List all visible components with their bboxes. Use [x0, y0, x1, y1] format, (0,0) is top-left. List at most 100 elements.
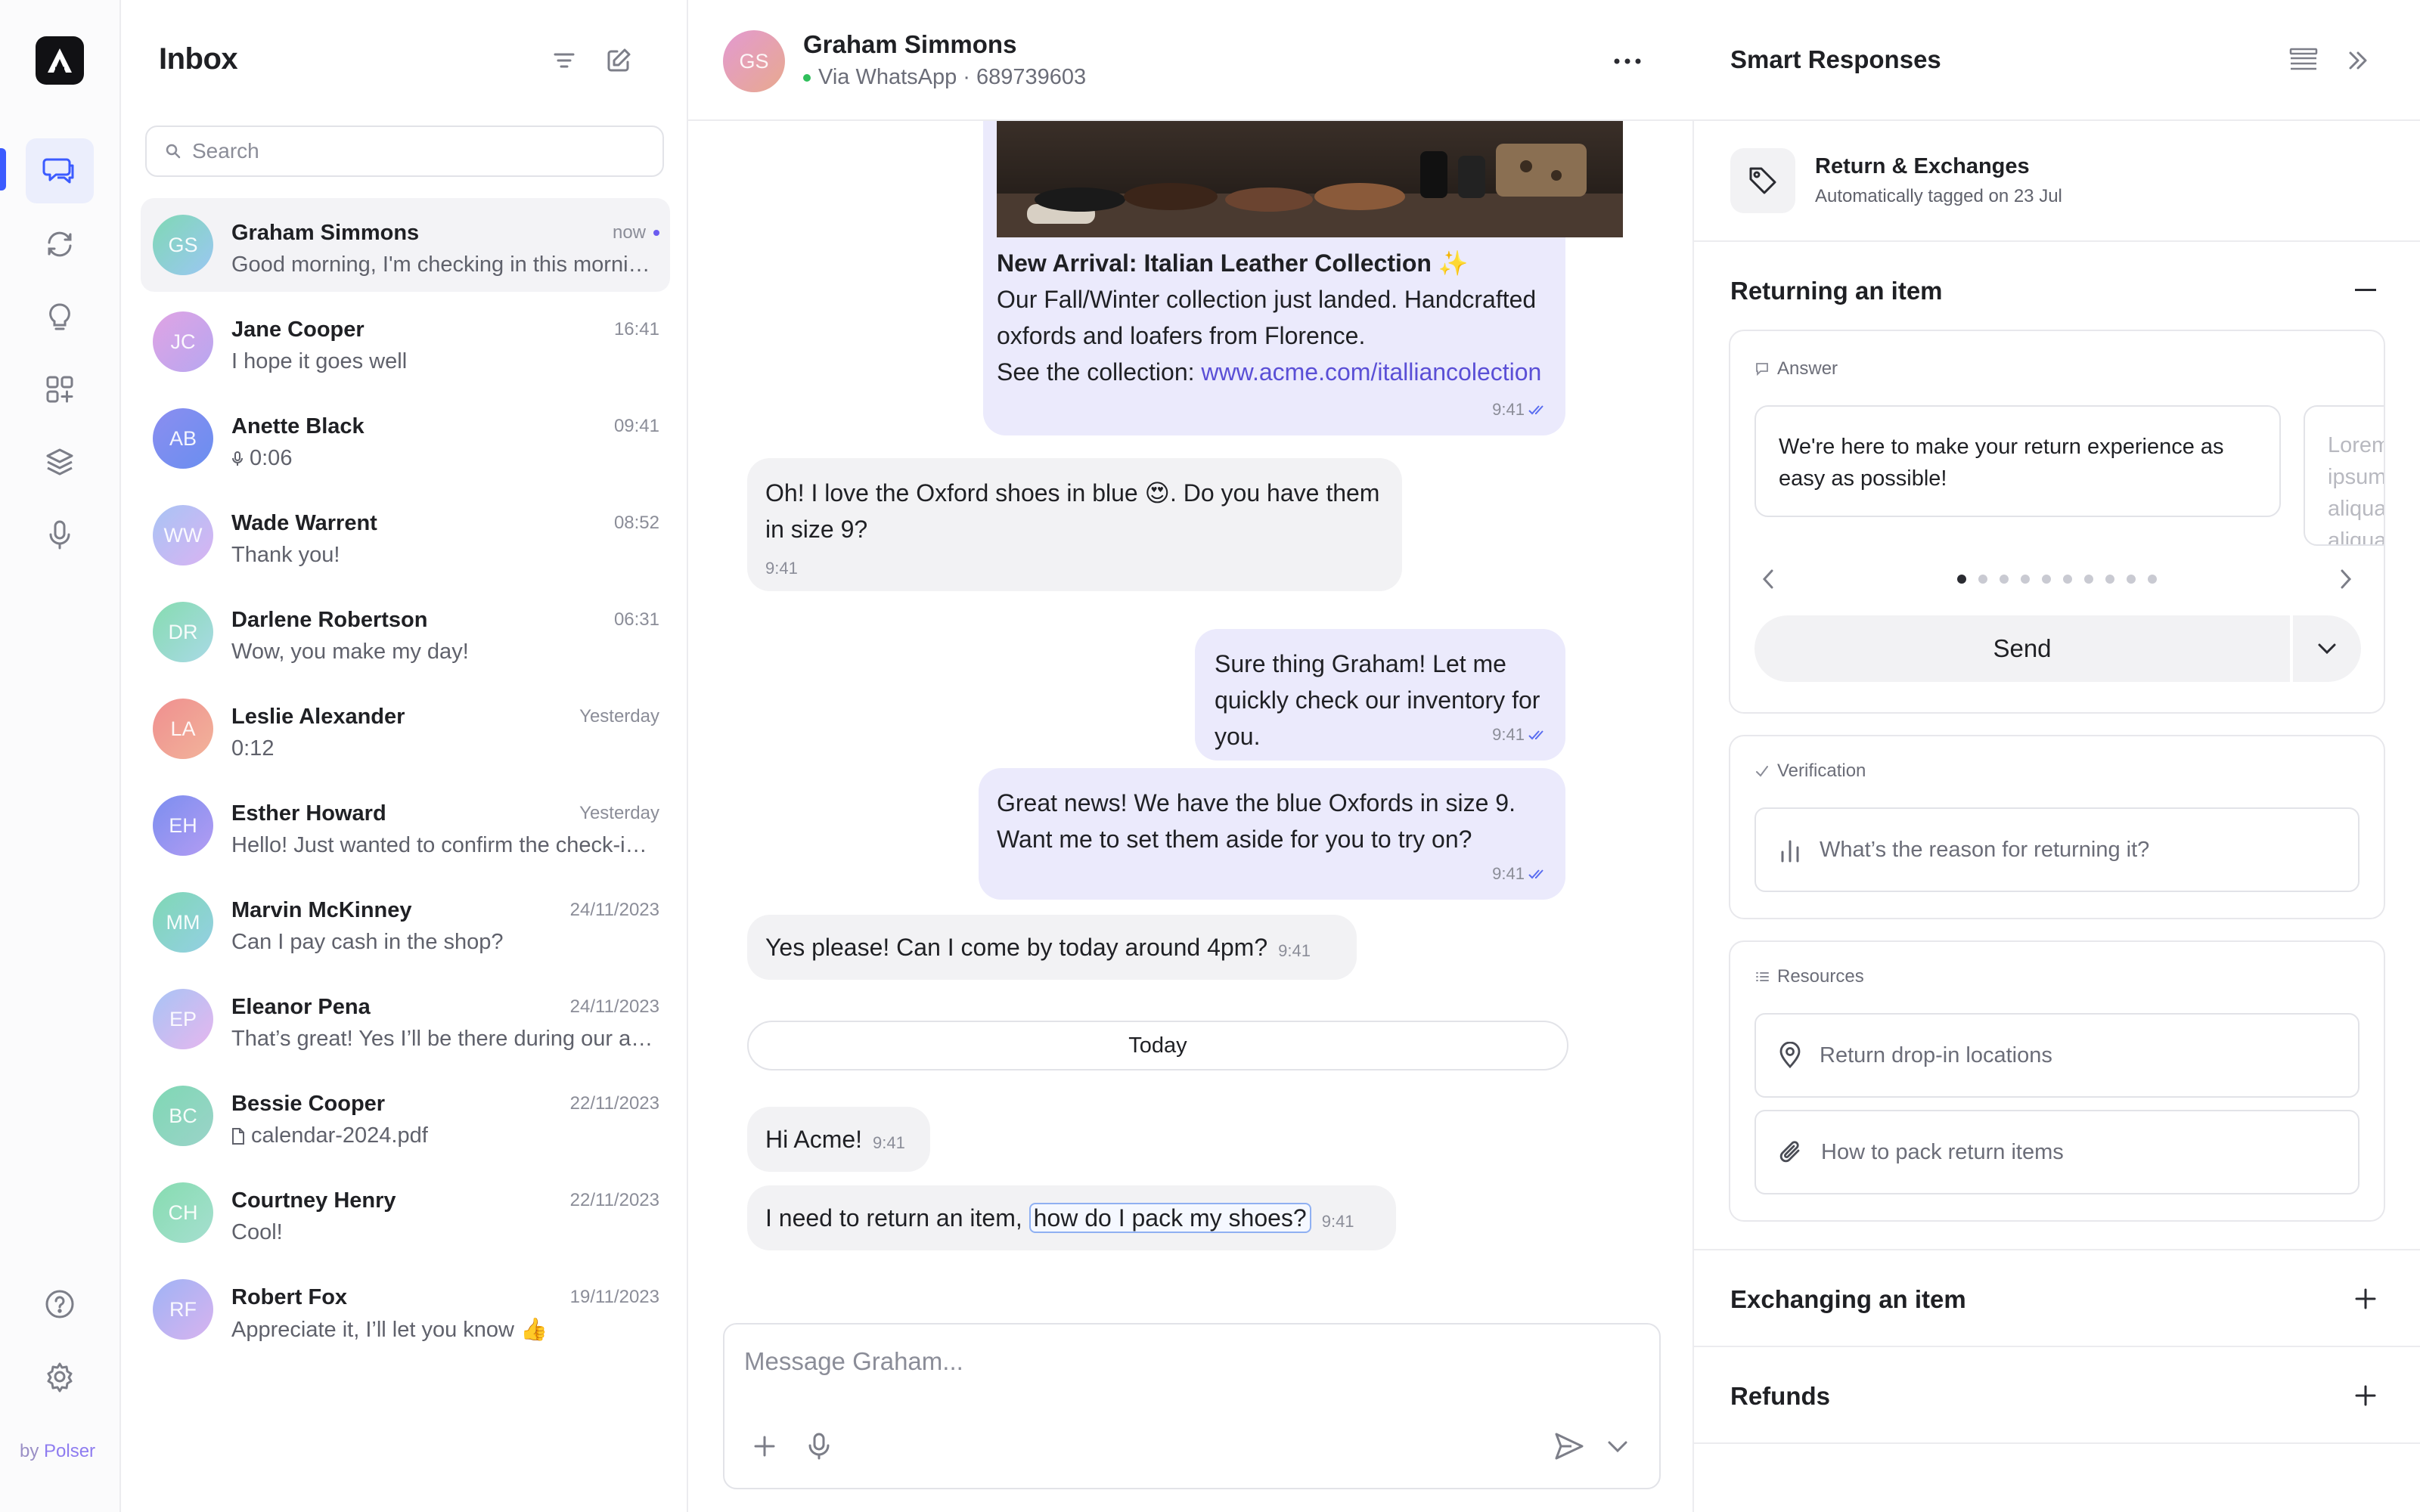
suggested-answer[interactable]: We're here to make your return experienc…: [1754, 405, 2281, 517]
lightbulb-icon: [49, 303, 70, 330]
carousel-dot[interactable]: [1957, 575, 1966, 584]
carousel-dot[interactable]: [2127, 575, 2136, 584]
divider: [1694, 119, 2420, 121]
conversation-preview-text: Wow, you make my day!: [231, 640, 469, 664]
conversation-preview-text: Appreciate it, I’ll let you know 👍: [231, 1318, 548, 1342]
powered-by-brand[interactable]: Polser: [44, 1441, 95, 1461]
plus-icon: [2355, 1385, 2376, 1406]
verification-question[interactable]: What’s the reason for returning it?: [1754, 807, 2360, 892]
nav-inbox[interactable]: [26, 138, 94, 203]
carousel-dot[interactable]: [2021, 575, 2030, 584]
send-message-button[interactable]: [1550, 1427, 1588, 1465]
carousel-dot[interactable]: [2000, 575, 2009, 584]
list-view-button[interactable]: [2282, 39, 2325, 82]
check-icon: [1756, 766, 1768, 777]
carousel-dot[interactable]: [1978, 575, 1987, 584]
carousel-dot[interactable]: [2105, 575, 2114, 584]
conversation-preview: Thank you!: [231, 543, 655, 568]
conversation-item[interactable]: GS Graham Simmons now Good morning, I'm che…: [141, 198, 670, 292]
conversation-name: Leslie Alexander: [231, 705, 405, 729]
nav-voice[interactable]: [26, 502, 94, 567]
carousel-dot[interactable]: [2148, 575, 2157, 584]
send-answer-options-button[interactable]: [2293, 615, 2361, 682]
resource-packing-guide[interactable]: How to pack return items: [1754, 1110, 2360, 1194]
nav-sync[interactable]: [26, 212, 94, 277]
resources-label: Resources: [1754, 966, 1864, 987]
resources-card: Resources Return drop-in locations How t…: [1729, 940, 2385, 1222]
expand-exchanging-button[interactable]: [2350, 1284, 2381, 1314]
location-pin-icon: [1779, 1042, 1801, 1069]
next-answer-preview[interactable]: Lorem ipsum aliqua aliqua: [2304, 405, 2384, 546]
conversation-preview: Hello! Just wanted to confirm the check-…: [231, 833, 655, 858]
attach-button[interactable]: [746, 1427, 783, 1465]
conversation-item[interactable]: AB Anette Black 09:41 0:06: [141, 392, 670, 485]
nav-apps[interactable]: [26, 357, 94, 422]
carousel-dot[interactable]: [2063, 575, 2072, 584]
carousel-dot[interactable]: [2084, 575, 2093, 584]
read-check-icon: [1528, 730, 1544, 740]
nav-layers[interactable]: [26, 429, 94, 494]
message-bubble-incoming[interactable]: Hi Acme! 9:41: [747, 1107, 930, 1172]
section-title-exchanging[interactable]: Exchanging an item: [1730, 1285, 1966, 1314]
conversation-preview: Appreciate it, I’ll let you know 👍: [231, 1317, 655, 1343]
chevron-right-icon: [2341, 569, 2352, 589]
section-title-returning[interactable]: Returning an item: [1730, 277, 1943, 305]
conversation-item[interactable]: BC Bessie Cooper 22/11/2023 calendar-2024.p…: [141, 1069, 670, 1163]
conversation-item[interactable]: JC Jane Cooper 16:41 I hope it goes well: [141, 295, 670, 389]
more-options-button[interactable]: [1605, 42, 1650, 80]
message-bubble-incoming[interactable]: Oh! I love the Oxford shoes in blue 😍. D…: [747, 458, 1402, 591]
collapse-section-button[interactable]: [2350, 275, 2381, 305]
tag-subtitle: Automatically tagged on 23 Jul: [1815, 186, 2062, 206]
file-icon: [232, 1127, 244, 1145]
conversation-item[interactable]: WW Wade Warrent 08:52 Thank you!: [141, 488, 670, 582]
promo-message[interactable]: New Arrival: Italian Leather Collection …: [983, 83, 1623, 435]
conversation-item[interactable]: EH Esther Howard Yesterday Hello! Just want…: [141, 779, 670, 872]
voice-note-icon: [232, 451, 243, 466]
conversation-item[interactable]: CH Courtney Henry 22/11/2023 Cool!: [141, 1166, 670, 1259]
highlighted-question[interactable]: how do I pack my shoes?: [1028, 1203, 1311, 1233]
promo-link[interactable]: www.acme.com/italliancolection: [1201, 358, 1541, 386]
conversation-item[interactable]: MM Marvin McKinney 24/11/2023 Can I pay cas…: [141, 875, 670, 969]
conversation-item[interactable]: RF Robert Fox 19/11/2023 Appreciate it, I’l…: [141, 1263, 670, 1356]
message-composer[interactable]: Message Graham...: [723, 1323, 1661, 1489]
tag-badge: [1730, 148, 1795, 213]
conversation-name: Jane Cooper: [231, 318, 365, 342]
conversation-preview-text: I hope it goes well: [231, 349, 408, 373]
compose-button[interactable]: [597, 39, 640, 82]
online-status-dot: [803, 73, 811, 82]
carousel-dots: [1957, 575, 2157, 584]
search-input[interactable]: Search: [145, 125, 664, 177]
powered-by-prefix: by: [20, 1441, 45, 1461]
message-bubble-incoming[interactable]: I need to return an item, how do I pack …: [747, 1185, 1396, 1250]
nav-settings[interactable]: [26, 1344, 94, 1409]
apps-icon: [46, 376, 73, 403]
message-icon: [1756, 363, 1768, 376]
message-bubble-incoming[interactable]: Yes please! Can I come by today around 4…: [747, 915, 1357, 980]
previous-answer-button[interactable]: [1751, 562, 1785, 596]
voice-record-button[interactable]: [800, 1427, 838, 1465]
send-answer-button[interactable]: Send: [1754, 615, 2290, 682]
more-horizontal-icon: [1614, 58, 1641, 64]
conversation-item[interactable]: DR Darlene Robertson 06:31 Wow, you make my…: [141, 585, 670, 679]
nav-ideas[interactable]: [26, 284, 94, 349]
section-title-refunds[interactable]: Refunds: [1730, 1382, 1830, 1411]
conversation-item[interactable]: LA Leslie Alexander Yesterday 0:12: [141, 682, 670, 776]
send-options-button[interactable]: [1599, 1427, 1637, 1465]
app-logo[interactable]: [36, 36, 84, 85]
carousel-dot[interactable]: [2042, 575, 2051, 584]
nav-help[interactable]: [26, 1272, 94, 1337]
resource-return-locations[interactable]: Return drop-in locations: [1754, 1013, 2360, 1098]
next-answer-button[interactable]: [2329, 562, 2363, 596]
message-bubble-outgoing[interactable]: Great news! We have the blue Oxfords in …: [979, 768, 1565, 900]
microphone-icon: [49, 520, 70, 550]
conversation-item[interactable]: EP Eleanor Pena 24/11/2023 That’s great! Ye…: [141, 972, 670, 1066]
expand-refunds-button[interactable]: [2350, 1380, 2381, 1411]
chevron-left-icon: [1762, 569, 1773, 589]
filter-button[interactable]: [543, 39, 585, 82]
collapse-panel-button[interactable]: [2337, 39, 2379, 82]
conversation-preview: Can I pay cash in the shop?: [231, 930, 655, 955]
contact-avatar[interactable]: GS: [723, 30, 785, 92]
message-bubble-outgoing[interactable]: Sure thing Graham! Let me quickly check …: [1195, 629, 1565, 761]
answer-label-text: Answer: [1777, 358, 1838, 379]
conversation-name: Esther Howard: [231, 801, 386, 826]
